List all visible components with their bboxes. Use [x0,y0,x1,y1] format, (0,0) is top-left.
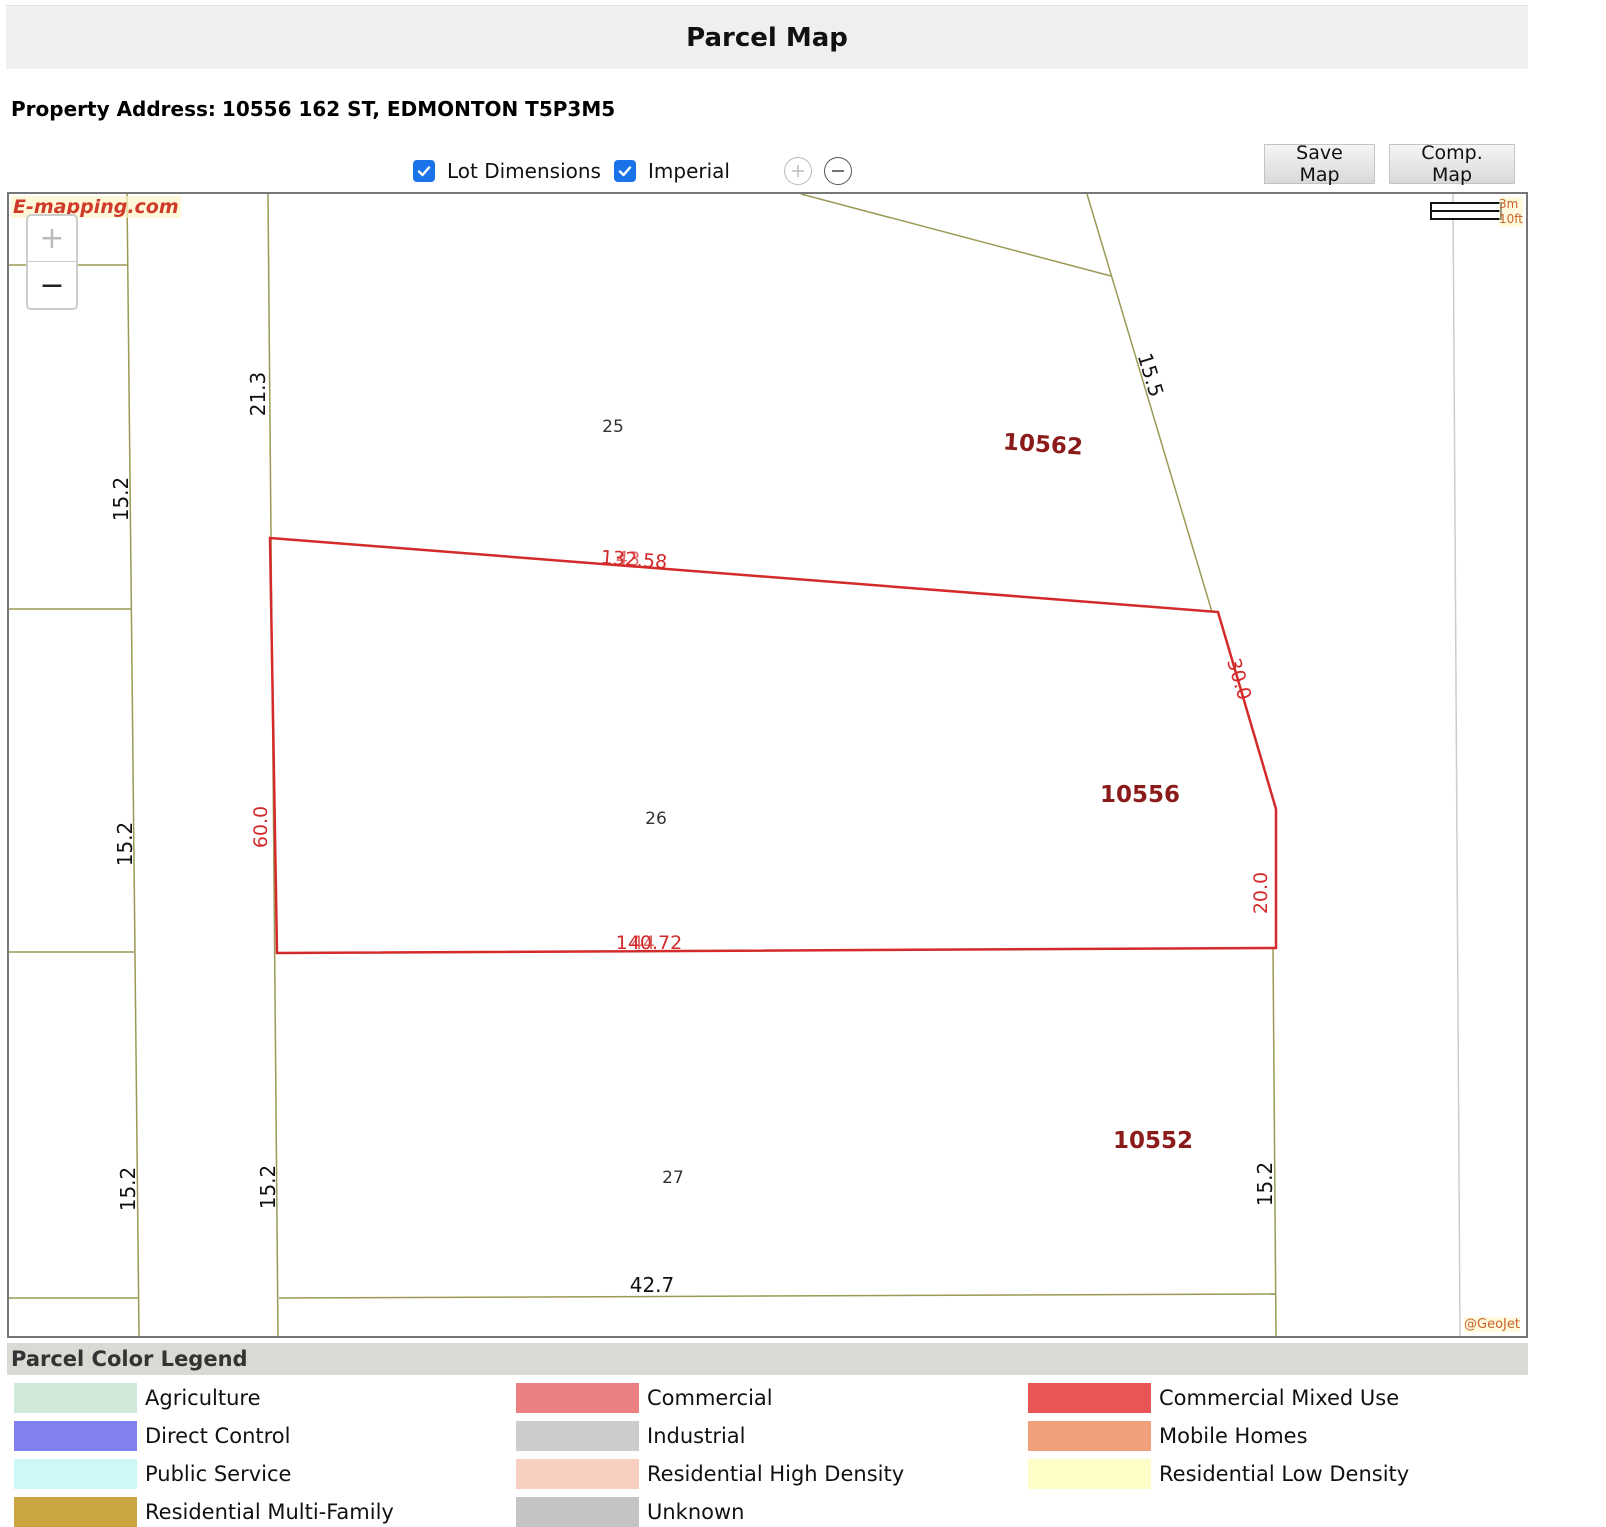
save-map-button[interactable]: Save Map [1264,142,1375,186]
selected-dimension-label: 20.0 [1250,872,1272,914]
parcel-line [800,194,1112,277]
legend-label: Commercial Mixed Use [1159,1386,1400,1410]
legend-swatch [516,1383,639,1413]
legend-label: Unknown [647,1500,745,1524]
legend-item: Public Service [14,1459,291,1489]
checkbox-checked-icon [413,160,435,182]
legend-swatch [14,1497,137,1527]
lot-number: 25 [602,417,624,437]
legend-label: Direct Control [145,1424,291,1448]
legend-label: Residential Multi-Family [145,1500,394,1524]
address-label: 10556 [1100,782,1180,808]
scale-bar [1430,202,1502,220]
legend-label: Residential Low Density [1159,1462,1410,1486]
map-zoom-control: + − [26,214,78,310]
legend-item: Commercial Mixed Use [1028,1383,1399,1413]
legend-item: Direct Control [14,1421,290,1451]
address-label: 10562 [1002,429,1084,461]
legend-swatch [14,1421,137,1451]
legend-item: Residential Low Density [1028,1459,1409,1489]
zoom-out-circle-button[interactable] [824,157,852,185]
address-label: 10552 [1113,1128,1193,1154]
plus-icon [792,165,804,177]
parcel-line [1452,194,1461,1336]
lot-number: 27 [662,1168,684,1188]
parcel-map[interactable]: 15.2 15.2 15.2 21.3 15.5 15.2 15.2 42.7 … [7,192,1528,1338]
dimension-label: 21.3 [246,372,270,417]
selected-dimension-label: 44 [631,932,655,954]
dimension-label: 15.2 [1253,1162,1277,1207]
lot-dimensions-label: Lot Dimensions [447,159,601,183]
parcel-line [1086,194,1213,613]
checkbox-checked-icon [614,160,636,182]
property-address-label: Property Address: [11,97,216,121]
lot-number: 26 [645,809,667,829]
legend-title: Parcel Color Legend [7,1343,1528,1375]
legend-swatch [516,1421,639,1451]
legend-label: Agriculture [145,1386,261,1410]
legend-swatch [1028,1383,1151,1413]
legend-swatch [14,1459,137,1489]
legend-label: Commercial [647,1386,773,1410]
legend-swatch [1028,1459,1151,1489]
legend-title-text: Parcel Color Legend [11,1347,248,1371]
property-address: Property Address: 10556 162 ST, EDMONTON … [11,97,615,121]
property-address-value: 10556 162 ST, EDMONTON T5P3M5 [221,97,616,121]
parcel-line [126,194,140,1336]
parcel-boundaries [9,194,1461,1336]
minus-icon [832,170,844,172]
selected-dimension-label: 30.0 [1222,656,1255,703]
comp-map-button[interactable]: Comp. Map [1389,142,1515,186]
map-copyright: @GeoJet [1464,1317,1520,1332]
parcel-line [278,1293,1277,1299]
legend-swatch [1028,1421,1151,1451]
legend-item: Unknown [516,1497,744,1527]
selected-parcel-outline[interactable] [268,536,1278,955]
legend-label: Industrial [647,1424,746,1448]
selected-dimension-label: 60.0 [250,806,272,848]
map-zoom-out-button[interactable]: − [28,262,76,308]
imperial-label: Imperial [648,159,730,183]
legend-item: Commercial [516,1383,773,1413]
scale-metric: 3m [1499,197,1519,211]
zoom-in-circle-button[interactable] [784,157,812,185]
scale-bar-segment [1430,210,1502,220]
selected-dimension-label: 43 [615,547,641,571]
lot-dimensions-checkbox[interactable]: Lot Dimensions [413,153,601,189]
scale-imperial: 10ft [1499,212,1523,226]
legend-swatch [516,1497,639,1527]
dimension-label: 15.2 [109,477,133,522]
parcel-line [1272,947,1277,1336]
legend-swatch [14,1383,137,1413]
map-zoom-in-button[interactable]: + [28,216,76,262]
dimension-label: 15.5 [1133,350,1169,400]
legend-label: Public Service [145,1462,292,1486]
scale-bar-segment [1430,202,1502,212]
page-title-text: Parcel Map [686,22,848,53]
legend-item: Mobile Homes [1028,1421,1308,1451]
dimension-label: 15.2 [116,1167,140,1212]
legend-item: Agriculture [14,1383,261,1413]
scale-labels: 3m 10ft [1499,197,1523,227]
legend-label: Residential High Density [647,1462,905,1486]
legend-item: Residential High Density [516,1459,904,1489]
imperial-checkbox[interactable]: Imperial [614,153,730,189]
dimension-label: 15.2 [113,822,137,867]
legend-item: Residential Multi-Family [14,1497,394,1527]
legend-swatch [516,1459,639,1489]
dimension-label: 15.2 [256,1165,280,1210]
page-title: Parcel Map [6,5,1528,69]
legend-label: Mobile Homes [1159,1424,1308,1448]
parcel-map-canvas[interactable]: 15.2 15.2 15.2 21.3 15.5 15.2 15.2 42.7 … [9,194,1526,1336]
legend-item: Industrial [516,1421,746,1451]
dimension-label: 42.7 [630,1273,675,1297]
